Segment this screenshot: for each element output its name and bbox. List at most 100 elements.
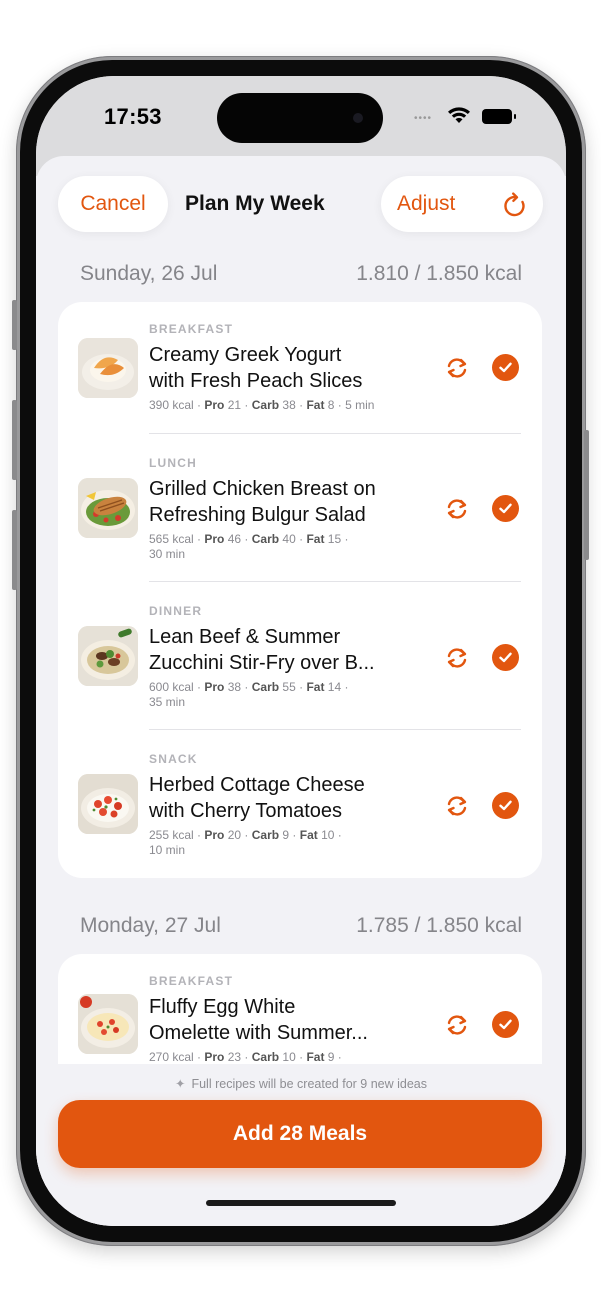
carb-value: 38 · (279, 398, 307, 412)
protein-label: Pro (204, 828, 225, 842)
meal-row[interactable]: BREAKFAST Creamy Greek Yogurt with Fresh… (58, 302, 542, 434)
footer: ✦ Full recipes will be created for 9 new … (36, 1064, 566, 1226)
meal-type: BREAKFAST (149, 322, 234, 336)
sparkle-icon: ✦ (174, 1077, 186, 1091)
meal-image (78, 994, 138, 1054)
meal-row[interactable]: BREAKFAST Fluffy Egg White Omelette with… (58, 954, 542, 1064)
check-icon[interactable] (492, 1011, 519, 1038)
meal-name-line: Lean Beef & Summer (149, 626, 341, 648)
carb-value: 55 · (279, 680, 307, 694)
meal-plan-list[interactable]: Sunday, 26 Jul 1.810 / 1.850 kcal BREAKF… (36, 244, 566, 1064)
mute-switch (12, 300, 17, 350)
meal-name: Lean Beef & Summer Zucchini Stir-Fry ove… (149, 624, 419, 676)
meal-kcal: 390 kcal · (149, 398, 205, 412)
carb-label: Carb (251, 532, 280, 546)
meal-image (78, 774, 138, 834)
meal-kcal: 565 kcal · (149, 532, 205, 546)
sheet-header: Cancel Plan My Week Adjust (36, 176, 566, 236)
adjust-label: Adjust (397, 192, 456, 215)
meal-time: 10 min (149, 843, 186, 857)
check-icon[interactable] (492, 354, 519, 381)
status-bar: 17:53 •••• (36, 76, 566, 156)
carb-label: Carb (251, 398, 280, 412)
protein-label: Pro (204, 1050, 225, 1064)
meal-image (78, 338, 138, 398)
meal-image (78, 626, 138, 686)
refresh-icon (504, 192, 525, 217)
fat-label: Fat (306, 532, 325, 546)
meal-name-line: Refreshing Bulgur Salad (149, 504, 366, 526)
carb-label: Carb (251, 828, 280, 842)
meal-name-line: Creamy Greek Yogurt (149, 344, 342, 366)
meal-name-line: with Cherry Tomatoes (149, 800, 343, 822)
meal-type: SNACK (149, 752, 198, 766)
protein-value: 38 · (224, 680, 252, 694)
add-meals-label: Add 28 Meals (232, 1122, 368, 1145)
day-date: Sunday, 26 Jul (80, 262, 218, 285)
carb-value: 9 · (279, 828, 300, 842)
swap-icon[interactable] (444, 645, 470, 671)
protein-label: Pro (204, 532, 225, 546)
meal-time: 35 min (149, 695, 186, 709)
add-meals-button[interactable]: Add 28 Meals (58, 1100, 542, 1168)
front-camera (353, 113, 363, 123)
meal-name: Grilled Chicken Breast on Refreshing Bul… (149, 476, 419, 528)
protein-value: 21 · (224, 398, 252, 412)
meal-name-line: Grilled Chicken Breast on (149, 478, 376, 500)
meal-nutrition: 270 kcal · Pro 23 · Carb 10 · Fat 9 · (149, 1050, 419, 1064)
meal-type: DINNER (149, 604, 203, 618)
meal-row[interactable]: SNACK Herbed Cottage Cheese with Cherry … (58, 730, 542, 878)
fat-value: 10 · (317, 828, 342, 842)
home-indicator[interactable] (206, 1200, 396, 1206)
cancel-button[interactable]: Cancel (58, 176, 168, 232)
check-icon[interactable] (492, 495, 519, 522)
day-card: BREAKFAST Fluffy Egg White Omelette with… (58, 954, 542, 1064)
check-icon[interactable] (492, 792, 519, 819)
page-title: Plan My Week (185, 192, 325, 215)
swap-icon[interactable] (444, 1012, 470, 1038)
meal-name-line: Herbed Cottage Cheese (149, 774, 365, 796)
fat-label: Fat (299, 828, 318, 842)
battery-icon (482, 109, 516, 124)
signal-icon: •••• (414, 113, 433, 124)
fat-value: 8 · 5 min (324, 398, 375, 412)
day-kcal: 1.785 / 1.850 kcal (356, 914, 522, 937)
meal-nutrition: 390 kcal · Pro 21 · Carb 38 · Fat 8 · 5 … (149, 398, 419, 413)
carb-label: Carb (251, 1050, 280, 1064)
meal-row[interactable]: LUNCH Grilled Chicken Breast on Refreshi… (58, 434, 542, 582)
day-kcal: 1.810 / 1.850 kcal (356, 262, 522, 285)
meal-image (78, 478, 138, 538)
meal-name: Fluffy Egg White Omelette with Summer... (149, 994, 419, 1046)
fat-label: Fat (306, 680, 325, 694)
volume-up-button (12, 400, 17, 480)
wifi-icon (448, 107, 470, 123)
swap-icon[interactable] (444, 496, 470, 522)
cancel-label: Cancel (80, 192, 146, 215)
meal-name: Herbed Cottage Cheese with Cherry Tomato… (149, 772, 419, 824)
swap-icon[interactable] (444, 355, 470, 381)
carb-label: Carb (251, 680, 280, 694)
meal-nutrition: 600 kcal · Pro 38 · Carb 55 · Fat 14 · 3… (149, 680, 419, 710)
day-header: Sunday, 26 Jul 1.810 / 1.850 kcal (80, 262, 522, 292)
day-date: Monday, 27 Jul (80, 914, 221, 937)
power-button (584, 430, 589, 560)
check-icon[interactable] (492, 644, 519, 671)
dynamic-island (217, 93, 383, 143)
protein-value: 20 · (224, 828, 252, 842)
fat-label: Fat (306, 398, 325, 412)
adjust-button[interactable]: Adjust (381, 176, 543, 232)
protein-label: Pro (204, 398, 225, 412)
fat-value: 15 · (324, 532, 349, 546)
protein-value: 46 · (224, 532, 252, 546)
status-time: 17:53 (104, 104, 162, 129)
meal-kcal: 255 kcal · (149, 828, 205, 842)
meal-name-line: Omelette with Summer... (149, 1022, 368, 1044)
meal-name-line: with Fresh Peach Slices (149, 370, 363, 392)
swap-icon[interactable] (444, 793, 470, 819)
meal-nutrition: 255 kcal · Pro 20 · Carb 9 · Fat 10 · 10… (149, 828, 419, 858)
meal-row[interactable]: DINNER Lean Beef & Summer Zucchini Stir-… (58, 582, 542, 730)
carb-value: 40 · (279, 532, 307, 546)
meal-name: Creamy Greek Yogurt with Fresh Peach Sli… (149, 342, 419, 394)
meal-nutrition: 565 kcal · Pro 46 · Carb 40 · Fat 15 · 3… (149, 532, 419, 562)
day-header: Monday, 27 Jul 1.785 / 1.850 kcal (80, 914, 522, 944)
